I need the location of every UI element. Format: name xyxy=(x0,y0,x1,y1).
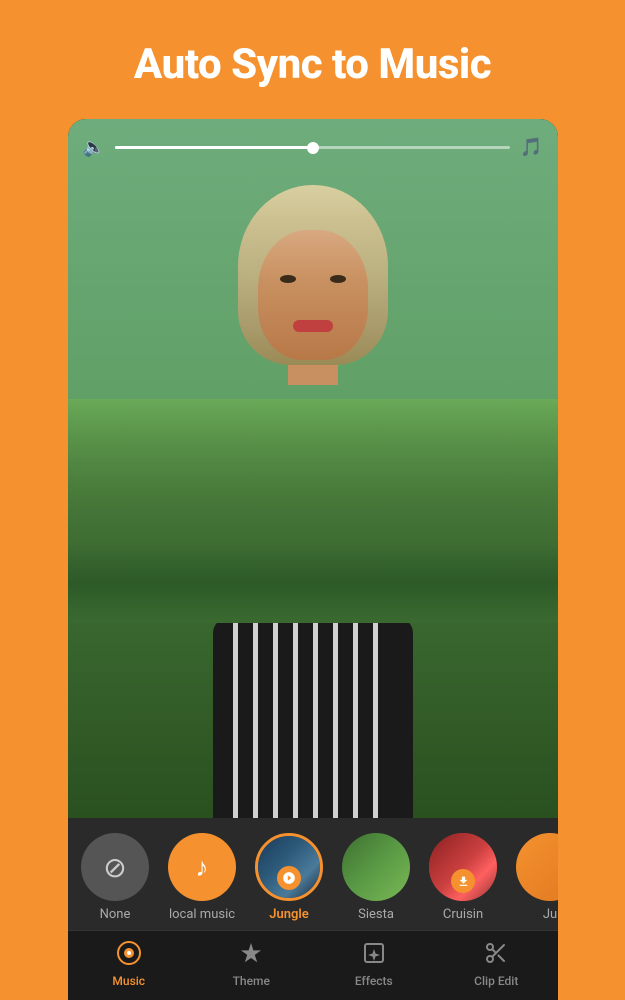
video-area: 🔈 🎵 xyxy=(68,119,558,818)
music-item-siesta[interactable]: Siesta xyxy=(339,833,414,922)
music-nav-label: Music xyxy=(112,974,145,988)
music-item-none[interactable]: ⊘ None xyxy=(78,833,153,922)
stripe-5 xyxy=(313,618,318,818)
stripe-6 xyxy=(333,618,338,818)
music-selector-row: ⊘ None ♪ local music Jungl xyxy=(68,818,558,930)
header-area: Auto Sync to Music xyxy=(0,0,625,119)
music-item-cruisin[interactable]: Cruisin xyxy=(426,833,501,922)
progress-dot xyxy=(307,142,319,154)
theme-nav-label: Theme xyxy=(233,974,270,988)
stripe-4 xyxy=(293,618,298,818)
siesta-thumbnail xyxy=(342,833,410,901)
last-thumbnail xyxy=(516,833,558,901)
person-figure xyxy=(183,175,443,818)
stripe-8 xyxy=(373,618,378,818)
stripe-2 xyxy=(253,618,258,818)
bottom-nav: Music Theme Effects xyxy=(68,930,558,1000)
music-label-cruisin: Cruisin xyxy=(443,907,483,922)
slash-icon: ⊘ xyxy=(103,851,126,884)
music-circle-jungle xyxy=(255,833,323,901)
effects-nav-label: Effects xyxy=(355,974,393,988)
music-label-last: Ju xyxy=(543,907,557,922)
foreground-grass xyxy=(68,543,558,623)
nav-item-music[interactable]: Music xyxy=(68,931,191,1000)
clip-edit-nav-label: Clip Edit xyxy=(474,974,518,988)
music-circle-none: ⊘ xyxy=(81,833,149,901)
shirt xyxy=(213,618,413,818)
music-label-local: local music xyxy=(169,907,235,922)
music-label-none: None xyxy=(100,907,131,922)
music-label-jungle: Jungle xyxy=(269,907,309,922)
local-music-icon: ♪ xyxy=(196,852,209,883)
music-item-jungle[interactable]: Jungle xyxy=(252,833,327,922)
nav-item-effects[interactable]: Effects xyxy=(313,931,436,1000)
nav-item-theme[interactable]: Theme xyxy=(190,931,313,1000)
music-circle-siesta xyxy=(342,833,410,901)
effects-nav-icon xyxy=(362,941,386,970)
jungle-thumbnail xyxy=(258,836,320,898)
cruisin-download-icon xyxy=(451,869,475,893)
clip-edit-nav-icon xyxy=(484,941,508,970)
phone-container: 🔈 🎵 ⊘ None ♪ local music xyxy=(68,119,558,1000)
jungle-scissors-icon xyxy=(277,866,301,890)
stripe-7 xyxy=(353,618,358,818)
stripe-3 xyxy=(273,618,278,818)
music-item-local[interactable]: ♪ local music xyxy=(165,833,240,922)
progress-fill xyxy=(115,146,313,149)
music-note-icon[interactable]: 🎵 xyxy=(520,137,542,158)
cruisin-thumbnail xyxy=(429,833,497,901)
playback-bar: 🔈 🎵 xyxy=(83,137,543,158)
left-eye xyxy=(280,275,296,283)
stripe-1 xyxy=(233,618,238,818)
progress-track[interactable] xyxy=(115,146,510,149)
theme-nav-icon xyxy=(239,941,263,970)
music-label-siesta: Siesta xyxy=(358,907,394,922)
portrait-scene xyxy=(68,119,558,818)
lips xyxy=(293,320,333,332)
music-nav-icon xyxy=(117,941,141,970)
music-circle-cruisin xyxy=(429,833,497,901)
face xyxy=(258,230,368,360)
music-circle-last xyxy=(516,833,558,901)
volume-icon[interactable]: 🔈 xyxy=(83,137,105,158)
music-item-last[interactable]: Ju xyxy=(513,833,558,922)
nav-item-clip-edit[interactable]: Clip Edit xyxy=(435,931,558,1000)
page-title: Auto Sync to Music xyxy=(134,40,491,89)
music-circle-local: ♪ xyxy=(168,833,236,901)
right-eye xyxy=(330,275,346,283)
